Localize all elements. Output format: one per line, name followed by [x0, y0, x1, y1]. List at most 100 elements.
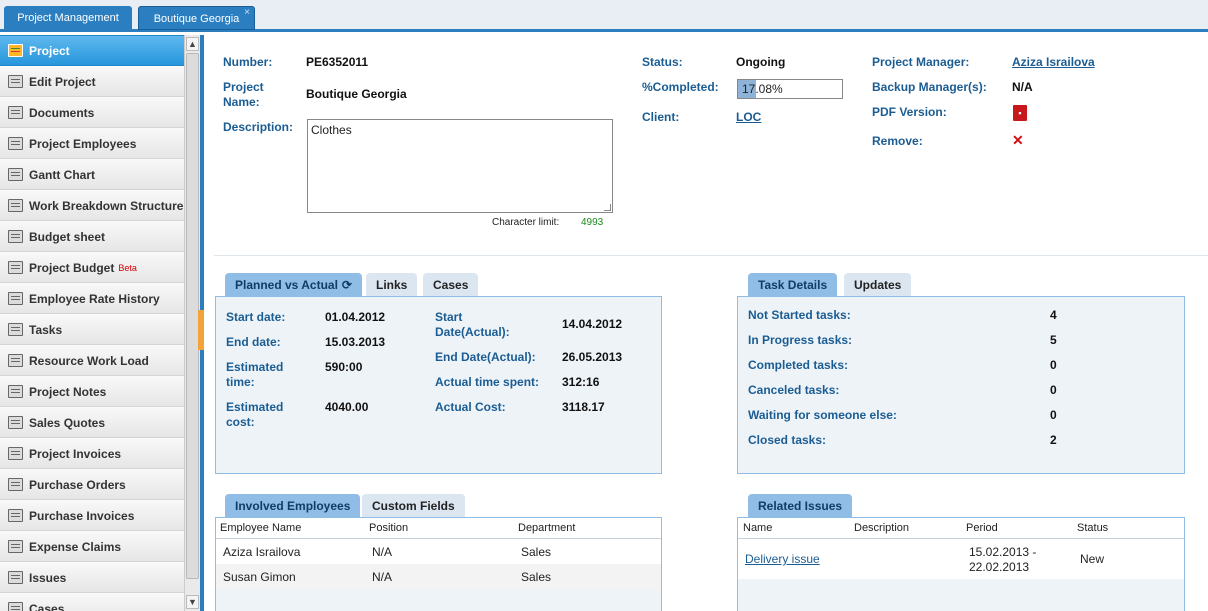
- sidebar-item-label: Project: [29, 43, 70, 58]
- project-manager-label: Project Manager:: [872, 55, 970, 69]
- project-name-label-line1: Project: [223, 80, 264, 94]
- project-budget-icon: [8, 261, 23, 274]
- employee-department: Sales: [521, 545, 552, 559]
- tab-custom-fields[interactable]: Custom Fields: [362, 494, 465, 518]
- sidebar-item-edit-project[interactable]: Edit Project: [0, 66, 184, 97]
- description-label: Description:: [223, 120, 294, 134]
- sidebar-item-label: Edit Project: [29, 74, 96, 89]
- sidebar-item-project-notes[interactable]: Project Notes: [0, 376, 184, 407]
- client-link[interactable]: LOC: [736, 110, 761, 125]
- refresh-icon[interactable]: ⟳: [342, 273, 352, 297]
- employee-name: Aziza Israilova: [223, 545, 301, 559]
- column-header[interactable]: Department: [518, 522, 575, 534]
- tab-task-details[interactable]: Task Details: [748, 273, 838, 297]
- sidebar-item-project-budget[interactable]: Project Budget Beta: [0, 252, 184, 283]
- close-icon[interactable]: ×: [244, 1, 250, 25]
- employee-name: Susan Gimon: [223, 570, 296, 584]
- sidebar-item-project-invoices[interactable]: Project Invoices: [0, 438, 184, 469]
- task-label-closed: Closed tasks:: [748, 433, 827, 447]
- sidebar-item-label: Expense Claims: [29, 539, 122, 554]
- sidebar-item-label: Project Employees: [29, 136, 137, 151]
- sidebar-item-purchase-invoices[interactable]: Purchase Invoices: [0, 500, 184, 531]
- sales-quotes-icon: [8, 416, 23, 429]
- employee-position: N/A: [372, 545, 393, 559]
- sidebar-item-label: Tasks: [29, 322, 63, 337]
- table-row[interactable]: Susan Gimon N/A Sales: [216, 564, 661, 589]
- estimated-time-value: 590:00: [325, 360, 363, 374]
- time-spent-label: Actual time spent:: [435, 375, 540, 389]
- backup-manager-label: Backup Manager(s):: [872, 80, 987, 94]
- remove-icon[interactable]: ✕: [1012, 132, 1024, 149]
- sidebar-item-label: Work Breakdown Structure: [29, 198, 184, 213]
- notes-icon: [8, 385, 23, 398]
- task-value-in-progress: 5: [1050, 333, 1057, 347]
- actual-cost-label: Actual Cost:: [435, 400, 506, 414]
- gantt-icon: [8, 168, 23, 181]
- tab-project-management[interactable]: Project Management: [4, 6, 132, 30]
- sidebar-item-sales-quotes[interactable]: Sales Quotes: [0, 407, 184, 438]
- table-row[interactable]: Aziza Israilova N/A Sales: [216, 539, 661, 564]
- sidebar-item-project[interactable]: Project: [0, 35, 184, 66]
- tab-label: Planned vs Actual: [235, 278, 338, 292]
- tab-planned-vs-actual[interactable]: Planned vs Actual ⟳: [225, 273, 362, 297]
- column-header[interactable]: Description: [854, 522, 909, 534]
- column-header[interactable]: Status: [1077, 522, 1108, 534]
- task-label-canceled: Canceled tasks:: [748, 383, 840, 397]
- character-limit-value: 4993: [581, 217, 604, 228]
- related-issues-table: Name Description Period Status Delivery …: [737, 517, 1185, 611]
- status-label: Status:: [642, 55, 683, 69]
- scroll-up-icon[interactable]: ▲: [186, 37, 199, 51]
- sidebar-item-label: Issues: [29, 570, 67, 585]
- estimated-cost-label-line2: cost:: [226, 415, 255, 429]
- sidebar-item-employee-rate-history[interactable]: Employee Rate History: [0, 283, 184, 314]
- tab-updates[interactable]: Updates: [844, 273, 912, 297]
- table-row[interactable]: Delivery issue 15.02.2013 - 22.02.2013 N…: [738, 539, 1184, 579]
- tab-links[interactable]: Links: [366, 273, 418, 297]
- sidebar-item-expense-claims[interactable]: Expense Claims: [0, 531, 184, 562]
- sidebar-item-budget-sheet[interactable]: Budget sheet: [0, 221, 184, 252]
- description-textarea[interactable]: Clothes: [307, 119, 613, 213]
- issue-name-link[interactable]: Delivery issue: [745, 552, 820, 566]
- task-value-closed: 2: [1050, 433, 1057, 447]
- project-number: PE6352011: [306, 55, 369, 69]
- sidebar-item-purchase-orders[interactable]: Purchase Orders: [0, 469, 184, 500]
- sidebar-item-resource-work-load[interactable]: Resource Work Load: [0, 345, 184, 376]
- sidebar-item-label: Documents: [29, 105, 95, 120]
- tab-involved-employees[interactable]: Involved Employees: [225, 494, 361, 518]
- pdf-icon[interactable]: ▪: [1013, 105, 1027, 121]
- beta-badge: Beta: [118, 262, 137, 273]
- time-spent-value: 312:16: [562, 375, 600, 389]
- sidebar-item-project-employees[interactable]: Project Employees: [0, 128, 184, 159]
- tab-boutique-georgia[interactable]: Boutique Georgia ×: [138, 6, 255, 30]
- edit-icon: [8, 75, 23, 88]
- start-actual-label-line1: Start: [435, 310, 463, 324]
- start-date-value: 01.04.2012: [325, 310, 386, 324]
- scroll-down-icon[interactable]: ▼: [186, 595, 199, 609]
- column-header[interactable]: Position: [369, 522, 408, 534]
- column-header[interactable]: Period: [966, 522, 998, 534]
- end-date-value: 15.03.2013: [325, 335, 386, 349]
- backup-manager-value: N/A: [1012, 80, 1033, 94]
- sidebar-item-documents[interactable]: Documents: [0, 97, 184, 128]
- column-header[interactable]: Name: [743, 522, 772, 534]
- sidebar-item-label: Gantt Chart: [29, 167, 95, 182]
- actual-cost-value: 3118.17: [562, 400, 605, 414]
- tab-cases[interactable]: Cases: [423, 273, 479, 297]
- description-text: Clothes: [311, 123, 352, 137]
- task-label-waiting: Waiting for someone else:: [748, 408, 897, 422]
- project-name-label-line2: Name:: [223, 95, 260, 109]
- status-value: Ongoing: [736, 55, 786, 69]
- resize-grip-icon[interactable]: [604, 204, 611, 211]
- column-header[interactable]: Employee Name: [220, 522, 301, 534]
- sidebar-item-wbs[interactable]: Work Breakdown Structure: [0, 190, 184, 221]
- sidebar-item-issues[interactable]: Issues: [0, 562, 184, 593]
- sidebar-item-tasks[interactable]: Tasks: [0, 314, 184, 345]
- tab-related-issues[interactable]: Related Issues: [748, 494, 853, 518]
- issue-period-end: 22.02.2013: [969, 560, 1030, 574]
- pdf-version-label: PDF Version:: [872, 105, 947, 119]
- sidebar-item-gantt-chart[interactable]: Gantt Chart: [0, 159, 184, 190]
- sidebar-item-label: Resource Work Load: [29, 353, 149, 368]
- project-detail: Number: PE6352011 Project Name: Boutique…: [204, 35, 1208, 611]
- sidebar-item-cases[interactable]: Cases: [0, 593, 184, 611]
- project-manager-link[interactable]: Aziza Israilova: [1012, 55, 1095, 70]
